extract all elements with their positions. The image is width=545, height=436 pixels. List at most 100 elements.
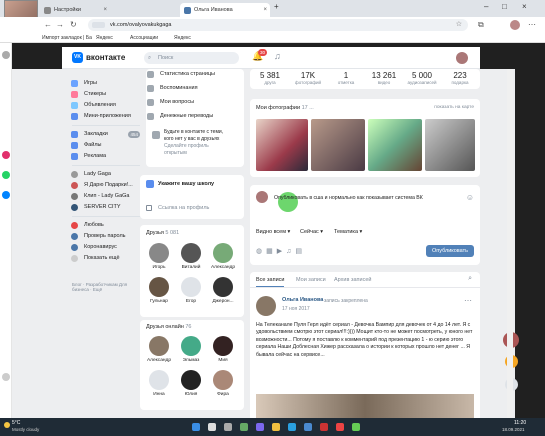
search-icon[interactable] (208, 423, 216, 431)
photo-thumb[interactable] (311, 119, 365, 171)
stat-gifts[interactable]: 223 подарка (440, 71, 480, 86)
profile-avatar[interactable] (456, 52, 468, 64)
friend-item[interactable]: Инна (146, 370, 172, 397)
tab-profile[interactable]: Ольга Иванова × (180, 3, 270, 17)
friends-title[interactable]: Друзья 5 081 (146, 230, 179, 236)
menu-memories[interactable]: Воспоминания (146, 83, 244, 94)
stat-tags[interactable]: 1 отметка (326, 71, 366, 86)
map-link[interactable]: показать на карте (434, 105, 474, 110)
app-icon[interactable] (352, 423, 360, 431)
friend-item[interactable]: Игорь (146, 243, 172, 270)
reload-icon[interactable]: ↻ (70, 20, 77, 29)
tab-my-posts[interactable]: Мои записи (296, 277, 326, 283)
scrollbar[interactable] (507, 69, 513, 418)
online-title[interactable]: Друзья онлайн 76 (146, 324, 192, 330)
maximize-icon[interactable]: □ (502, 2, 507, 11)
app-icon[interactable] (320, 423, 328, 431)
menu-questions[interactable]: Мои вопросы (146, 97, 244, 108)
search-icon[interactable]: ⌕ (468, 275, 472, 283)
stat-audio[interactable]: 5 000 аудиозаписей (402, 71, 442, 86)
friend-item[interactable]: Александр (146, 336, 172, 363)
nav-bookmarks[interactable]: Закладки 454 (70, 129, 140, 140)
windows-icon[interactable] (192, 423, 200, 431)
promo-link[interactable]: открытым (164, 150, 240, 157)
back-icon[interactable]: ← (44, 20, 52, 29)
profile-link[interactable]: Ссылка на профиль (158, 205, 209, 211)
bookmark-item[interactable]: Яндекс (96, 35, 126, 41)
avatar[interactable] (256, 296, 276, 316)
group-item[interactable]: Я Дарю Подарки!... (70, 180, 140, 191)
footer-links[interactable]: Блог · Разработчикам Для бизнеса · Ещё (70, 282, 134, 292)
whatsapp-icon[interactable] (2, 171, 10, 179)
menu-statistics[interactable]: Статистика страницы (146, 69, 244, 80)
close-icon[interactable]: × (103, 3, 107, 17)
friend-item[interactable]: Егор (178, 277, 204, 304)
time-select[interactable]: Сейчас ▾ (300, 229, 323, 235)
close-icon[interactable]: × (263, 3, 267, 17)
group-item[interactable]: Проверь пароль (70, 231, 140, 242)
nav-ads[interactable]: Объявления (70, 100, 140, 111)
bookmark-item[interactable]: Импорт закладок | Ба... (42, 35, 92, 41)
temperature[interactable]: 5°C (12, 420, 20, 426)
edge-icon[interactable] (288, 423, 296, 431)
menu-icon[interactable]: ⋯ (528, 20, 536, 29)
tab-settings[interactable]: Настройки × (40, 3, 110, 17)
tab-all-posts[interactable]: Все записи (256, 277, 285, 287)
post-date[interactable]: 17 ноя 2017 (282, 306, 310, 312)
group-item[interactable]: Lady Gaga (70, 169, 140, 180)
url-field[interactable]: vk.com/ovalyovakukgaga ☆ (88, 19, 468, 31)
nav-stickers[interactable]: Стикеры (70, 89, 140, 100)
add-icon[interactable] (2, 373, 10, 381)
stat-videos[interactable]: 13 261 видео (364, 71, 404, 86)
search-input[interactable]: ⌕ Поиск (144, 52, 239, 64)
publish-button[interactable]: Опубликовать (426, 245, 474, 257)
nav-miniapps[interactable]: Мини-приложения (70, 111, 140, 122)
widgets-icon[interactable] (240, 423, 248, 431)
photos-title[interactable]: Мои фотографии 17 ... (256, 105, 314, 111)
friend-item[interactable]: Юлия (178, 370, 204, 397)
group-item[interactable]: Коронавирус (70, 242, 140, 253)
vk-logo-icon[interactable]: VK (72, 52, 83, 63)
instagram-icon[interactable] (2, 151, 10, 159)
group-item[interactable]: Клип - Lady GaGa (70, 191, 140, 202)
promo-link[interactable]: Сделайте профиль (164, 143, 240, 150)
stat-photos[interactable]: 17K фотографий (288, 71, 328, 86)
star-icon[interactable]: ☆ (456, 19, 462, 31)
friend-item[interactable]: Мия (210, 336, 236, 363)
minimize-icon[interactable]: – (484, 2, 488, 11)
music-icon[interactable]: ♫ (274, 51, 281, 61)
nav-games[interactable]: Игры (70, 78, 140, 89)
friend-item[interactable]: Джерон... (210, 277, 236, 304)
post-author[interactable]: Ольга Иванова (282, 297, 323, 303)
task-view-icon[interactable] (224, 423, 232, 431)
friend-item[interactable]: Виталий (178, 243, 204, 270)
close-window-icon[interactable]: × (522, 2, 527, 11)
store-icon[interactable] (304, 423, 312, 431)
stat-friends[interactable]: 5 381 друга (250, 71, 290, 86)
home-icon[interactable] (2, 51, 10, 59)
bookmark-item[interactable]: Ассоциации (130, 35, 170, 41)
friend-item[interactable]: Александр (210, 243, 236, 270)
new-tab-icon[interactable]: + (274, 2, 279, 11)
nav-advertising[interactable]: Реклама (70, 151, 140, 162)
topic-select[interactable]: Тематика ▾ (334, 229, 362, 235)
school-title[interactable]: Укажите вашу школу (158, 181, 214, 187)
group-item[interactable]: SERVER CITY (70, 202, 140, 213)
clock-date[interactable]: 18.09.2021 (502, 427, 525, 432)
clock-time[interactable]: 11:20 (514, 420, 526, 426)
tab-archive[interactable]: Архив записей (334, 277, 371, 283)
vk-logo-text[interactable]: вконтакте (86, 53, 125, 62)
chat-icon[interactable] (256, 423, 264, 431)
menu-transfers[interactable]: Денежные переводы (146, 111, 244, 122)
messenger-icon[interactable] (2, 191, 10, 199)
app-icon[interactable] (336, 423, 344, 431)
photo-thumb[interactable] (425, 119, 475, 171)
friend-item[interactable]: Фира (210, 370, 236, 397)
friend-item[interactable]: Гульнар (146, 277, 172, 304)
composer-input[interactable]: Опубликовать в сша и нормально как показ… (274, 195, 464, 201)
emoji-icon[interactable]: ☺ (466, 193, 474, 202)
bookmark-item[interactable]: Яндекс (174, 35, 204, 41)
show-more[interactable]: Показать ещё (70, 253, 140, 264)
avatar[interactable] (510, 20, 520, 30)
visibility-select[interactable]: Видно всем ▾ (256, 229, 290, 235)
